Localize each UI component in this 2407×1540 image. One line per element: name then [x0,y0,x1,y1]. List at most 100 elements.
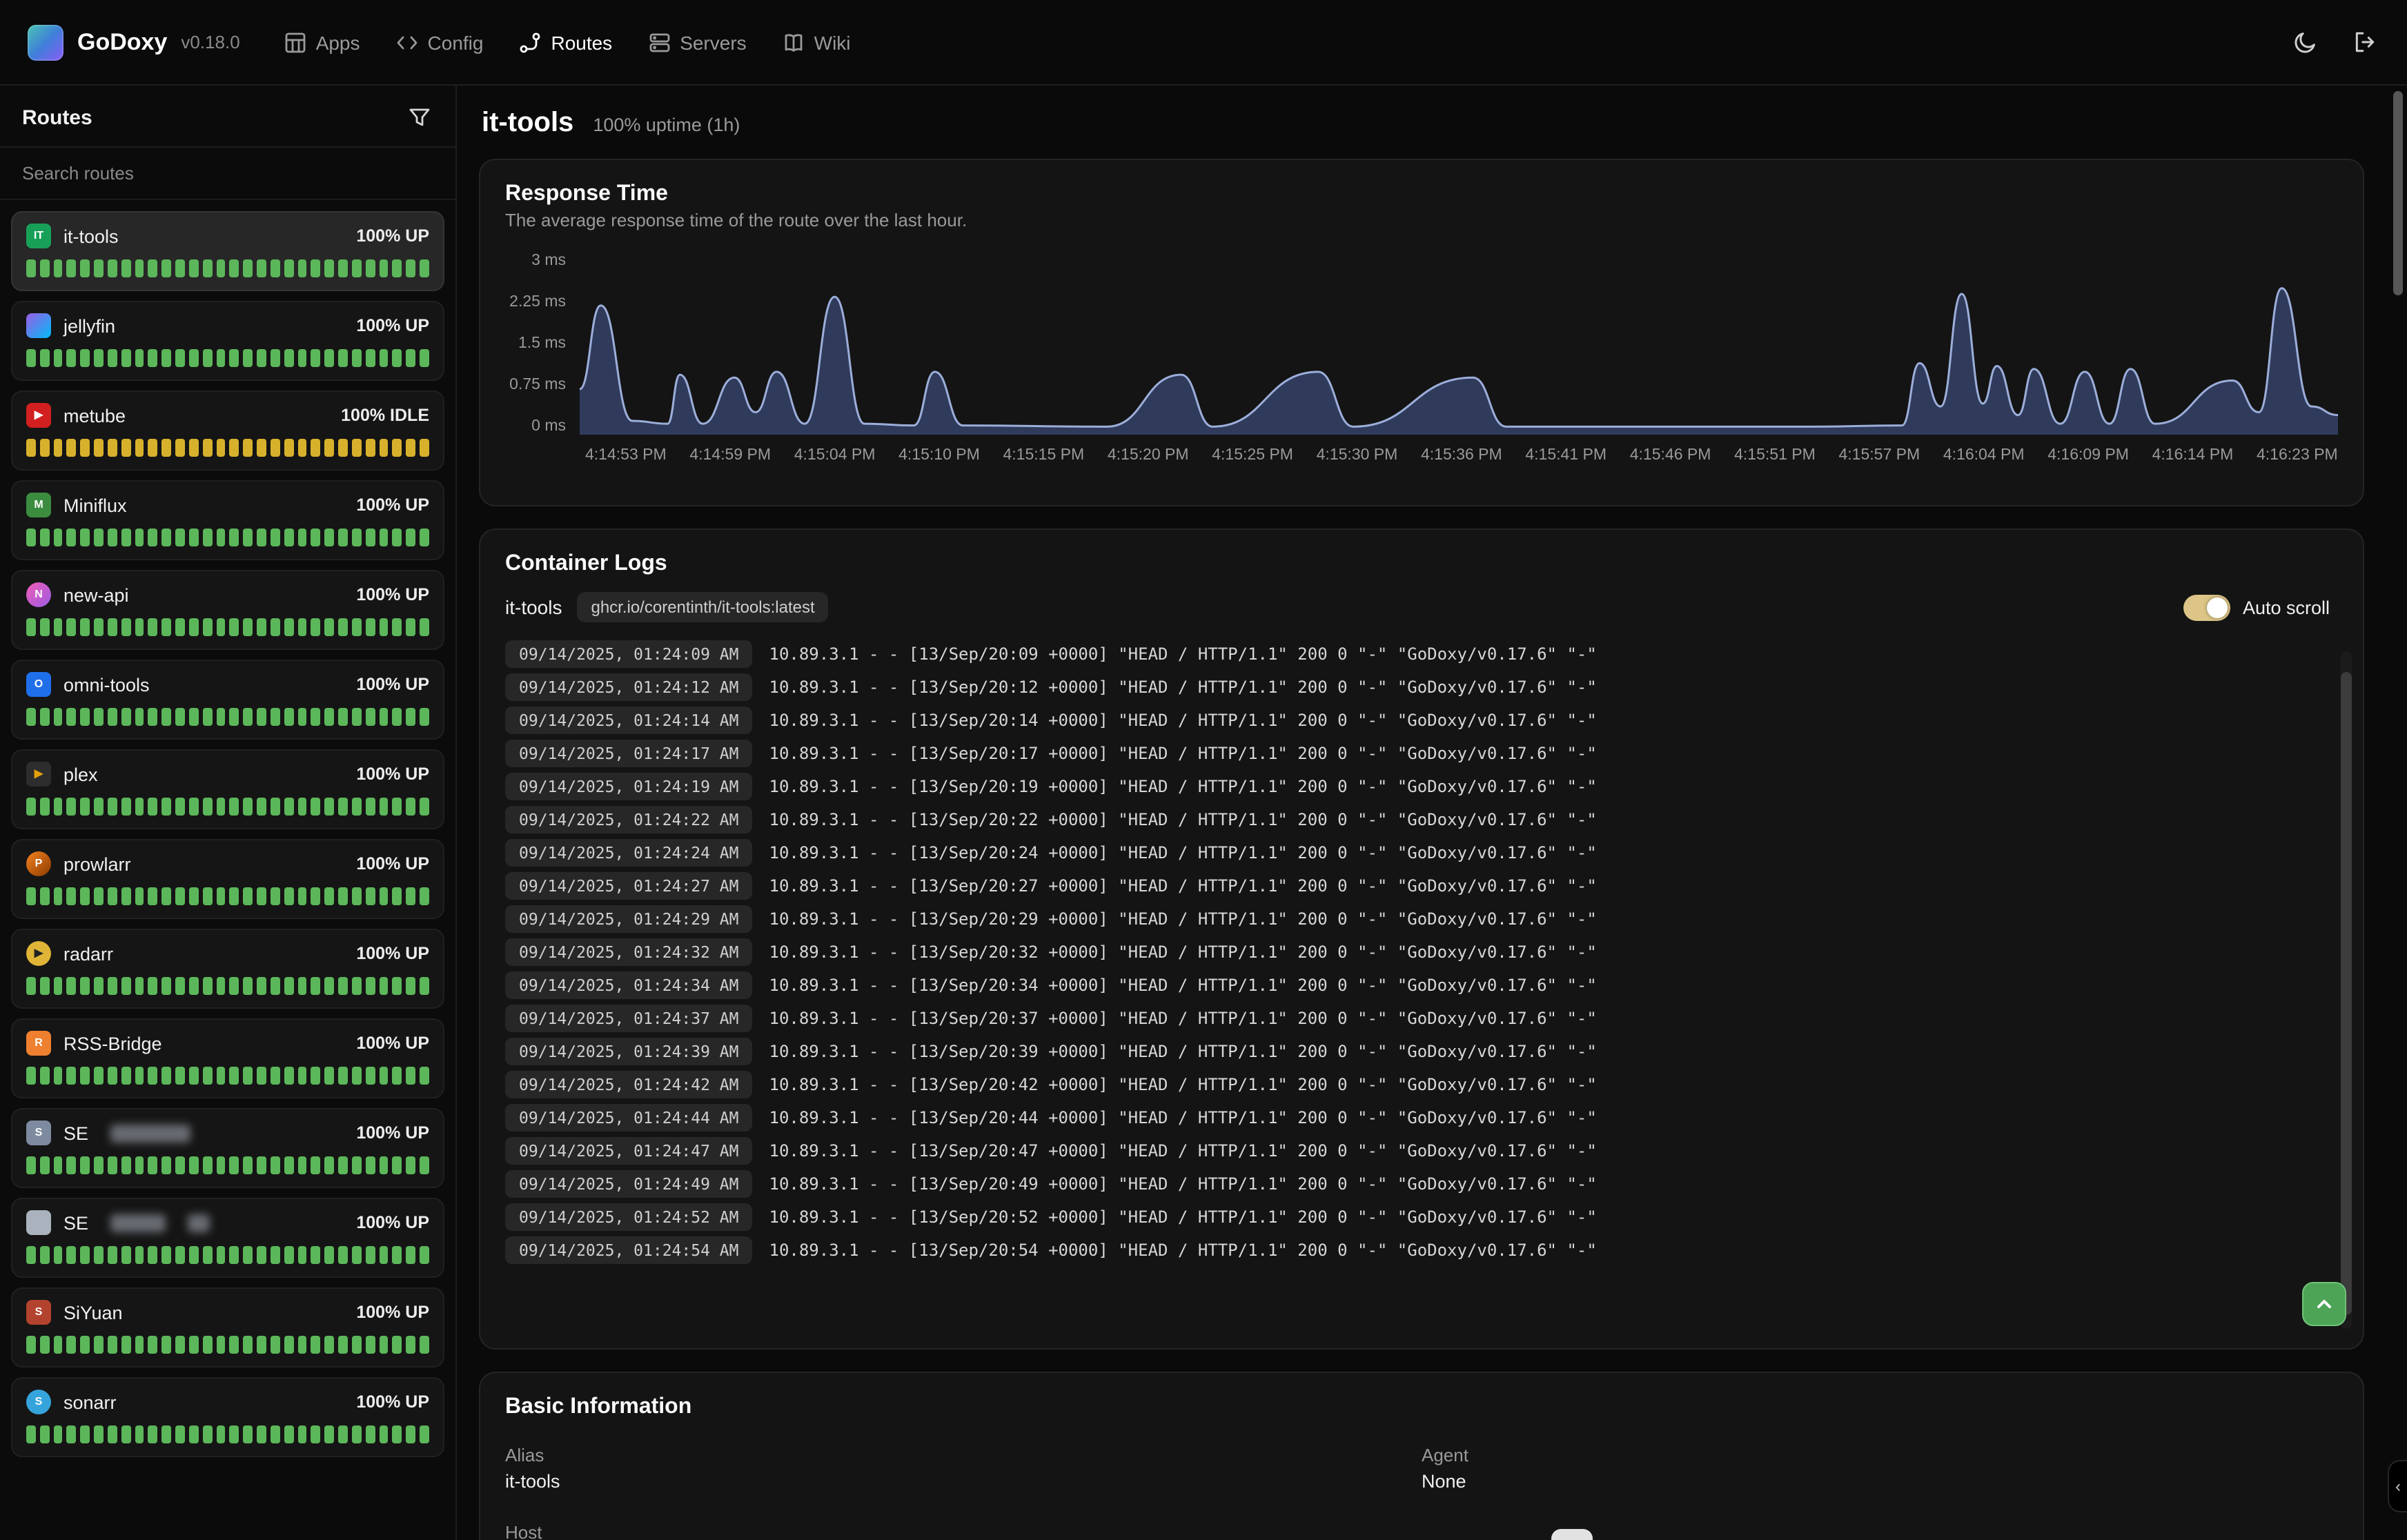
route-item-radarr[interactable]: ▶radarr100% UP [11,929,444,1009]
log-timestamp: 09/14/2025, 01:24:37 AM [505,1005,753,1032]
nav-item-config[interactable]: Config [396,31,484,53]
log-timestamp: 09/14/2025, 01:24:22 AM [505,806,753,833]
x-tick-label: 4:16:04 PM [1943,447,2025,464]
nav-item-apps[interactable]: Apps [284,31,360,53]
logout-button[interactable] [2350,28,2379,57]
log-row: 09/14/2025, 01:24:29 AM10.89.3.1 - - [13… [505,905,2338,933]
server-icon [648,31,670,53]
search-input[interactable] [0,146,455,200]
route-status: 100% IDLE [341,406,429,425]
route-item-rss-bridge[interactable]: RRSS-Bridge100% UP [11,1018,444,1098]
log-message: 10.89.3.1 - - [13/Sep/20:29 +0000] "HEAD… [769,909,1597,929]
log-row: 09/14/2025, 01:24:49 AM10.89.3.1 - - [13… [505,1170,2338,1198]
x-tick-label: 4:15:20 PM [1108,447,1189,464]
route-item-omni-tools[interactable]: Oomni-tools100% UP [11,660,444,740]
version-label: v0.18.0 [181,32,239,52]
y-tick-label: 0 ms [531,418,566,435]
auto-scroll-toggle[interactable] [2183,594,2230,620]
nav-item-routes[interactable]: Routes [519,31,612,53]
route-icon: M [26,493,51,517]
log-row: 09/14/2025, 01:24:42 AM10.89.3.1 - - [13… [505,1071,2338,1098]
route-item-it-tools[interactable]: ITit-tools100% UP [11,211,444,291]
route-item-se[interactable]: SSE100% UP [11,1108,444,1188]
route-icon: ▶ [26,403,51,428]
page-title: it-tools [482,108,573,139]
route-item-sonarr[interactable]: Ssonarr100% UP [11,1377,444,1457]
log-row: 09/14/2025, 01:24:22 AM10.89.3.1 - - [13… [505,806,2338,833]
uptime-bars [26,1425,429,1443]
log-row: 09/14/2025, 01:24:32 AM10.89.3.1 - - [13… [505,938,2338,966]
log-row: 09/14/2025, 01:24:09 AM10.89.3.1 - - [13… [505,640,2338,668]
log-scrollbar-thumb[interactable] [2341,671,2352,1315]
basic-info-card: Basic Information Alias it-tools Agent N… [479,1372,2364,1540]
log-timestamp: 09/14/2025, 01:24:12 AM [505,673,753,701]
moon-icon [2294,30,2317,54]
log-message: 10.89.3.1 - - [13/Sep/20:32 +0000] "HEAD… [769,942,1597,962]
route-icon: R [26,1031,51,1056]
y-tick-label: 1.5 ms [518,335,566,352]
y-tick-label: 2.25 ms [509,294,566,310]
route-status: 100% UP [356,764,429,784]
logs-route-name: it-tools [505,596,562,618]
filter-icon [409,106,431,128]
x-tick-label: 4:15:36 PM [1421,447,1502,464]
godoxy-logo[interactable] [28,24,63,60]
app-window: GoDoxy v0.18.0 Apps Config Routes Servers Wi… [0,0,2407,1540]
log-timestamp: 09/14/2025, 01:24:44 AM [505,1104,753,1132]
route-icon: IT [26,224,51,248]
main-content: it-tools 100% uptime (1h) Response Time … [457,86,2407,1540]
route-item-miniflux[interactable]: MMiniflux100% UP [11,480,444,560]
route-item-new-api[interactable]: Nnew-api 100% UP [11,570,444,650]
book-icon [783,31,805,53]
log-message: 10.89.3.1 - - [13/Sep/20:09 +0000] "HEAD… [769,644,1597,664]
x-tick-label: 4:15:15 PM [1003,447,1085,464]
route-item-se[interactable]: SE100% UP [11,1198,444,1278]
x-tick-label: 4:16:23 PM [2257,447,2338,464]
scroll-to-bottom-button[interactable] [2302,1282,2346,1326]
grid-icon [284,31,306,53]
right-panel-toggle[interactable]: ‹ [2388,1460,2407,1512]
log-message: 10.89.3.1 - - [13/Sep/20:12 +0000] "HEAD… [769,678,1597,697]
route-status: 100% UP [356,585,429,604]
nav-item-wiki[interactable]: Wiki [783,31,851,53]
x-tick-label: 4:15:04 PM [794,447,876,464]
route-item-metube[interactable]: ▶metube100% IDLE [11,391,444,471]
route-icon: N [26,582,51,607]
page-scrollbar-thumb[interactable] [2393,91,2403,295]
route-name: new-api [63,584,129,605]
log-row: 09/14/2025, 01:24:39 AM10.89.3.1 - - [13… [505,1038,2338,1065]
filter-button[interactable] [406,103,433,131]
alias-value: it-tools [505,1471,1422,1492]
sidebar-title: Routes [22,106,92,129]
route-item-jellyfin[interactable]: jellyfin100% UP [11,301,444,381]
uptime-bars [26,259,429,277]
route-status: 100% UP [356,1034,429,1053]
log-row: 09/14/2025, 01:24:47 AM10.89.3.1 - - [13… [505,1137,2338,1165]
route-item-prowlarr[interactable]: Pprowlarr100% UP [11,839,444,919]
route-status: 100% UP [356,1392,429,1412]
uptime-bars [26,887,429,905]
log-timestamp: 09/14/2025, 01:24:24 AM [505,839,753,867]
logout-icon [2353,30,2377,54]
route-name: it-tools [63,226,119,246]
route-status: 100% UP [356,1123,429,1143]
log-scrollbar-track [2341,651,2352,1329]
log-message: 10.89.3.1 - - [13/Sep/20:54 +0000] "HEAD… [769,1241,1597,1260]
route-item-siyuan[interactable]: SSiYuan100% UP [11,1287,444,1368]
theme-toggle-button[interactable] [2291,28,2320,57]
log-message: 10.89.3.1 - - [13/Sep/20:14 +0000] "HEAD… [769,711,1597,730]
log-row: 09/14/2025, 01:24:52 AM10.89.3.1 - - [13… [505,1203,2338,1231]
blurred-route-name [110,1124,190,1142]
log-message: 10.89.3.1 - - [13/Sep/20:52 +0000] "HEAD… [769,1207,1597,1227]
nav-item-servers[interactable]: Servers [648,31,746,53]
toggle-knob [2207,597,2228,618]
uptime-bars [26,977,429,995]
route-item-plex[interactable]: ▶plex100% UP [11,749,444,829]
route-status: 100% UP [356,1213,429,1232]
log-row: 09/14/2025, 01:24:34 AM10.89.3.1 - - [13… [505,971,2338,999]
brand-name: GoDoxy [77,28,167,56]
log-message: 10.89.3.1 - - [13/Sep/20:37 +0000] "HEAD… [769,1009,1597,1028]
log-timestamp: 09/14/2025, 01:24:39 AM [505,1038,753,1065]
log-message: 10.89.3.1 - - [13/Sep/20:49 +0000] "HEAD… [769,1174,1597,1194]
log-row: 09/14/2025, 01:24:14 AM10.89.3.1 - - [13… [505,707,2338,734]
